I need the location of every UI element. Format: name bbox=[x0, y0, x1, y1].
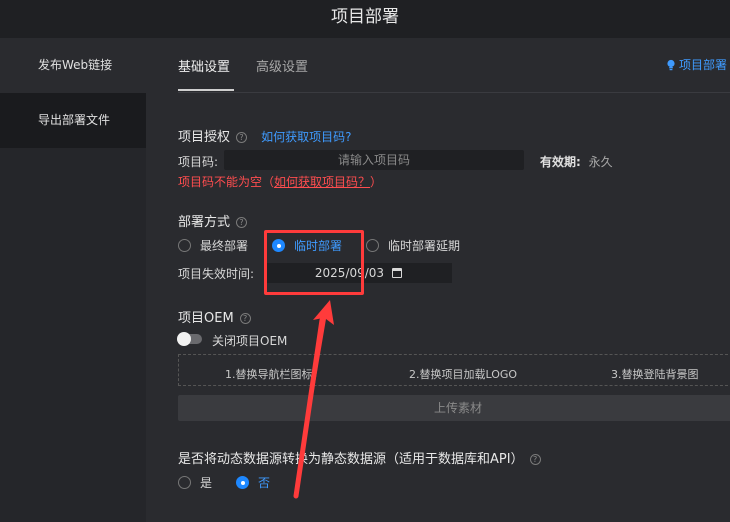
annotation-arrow-icon bbox=[293, 300, 334, 499]
